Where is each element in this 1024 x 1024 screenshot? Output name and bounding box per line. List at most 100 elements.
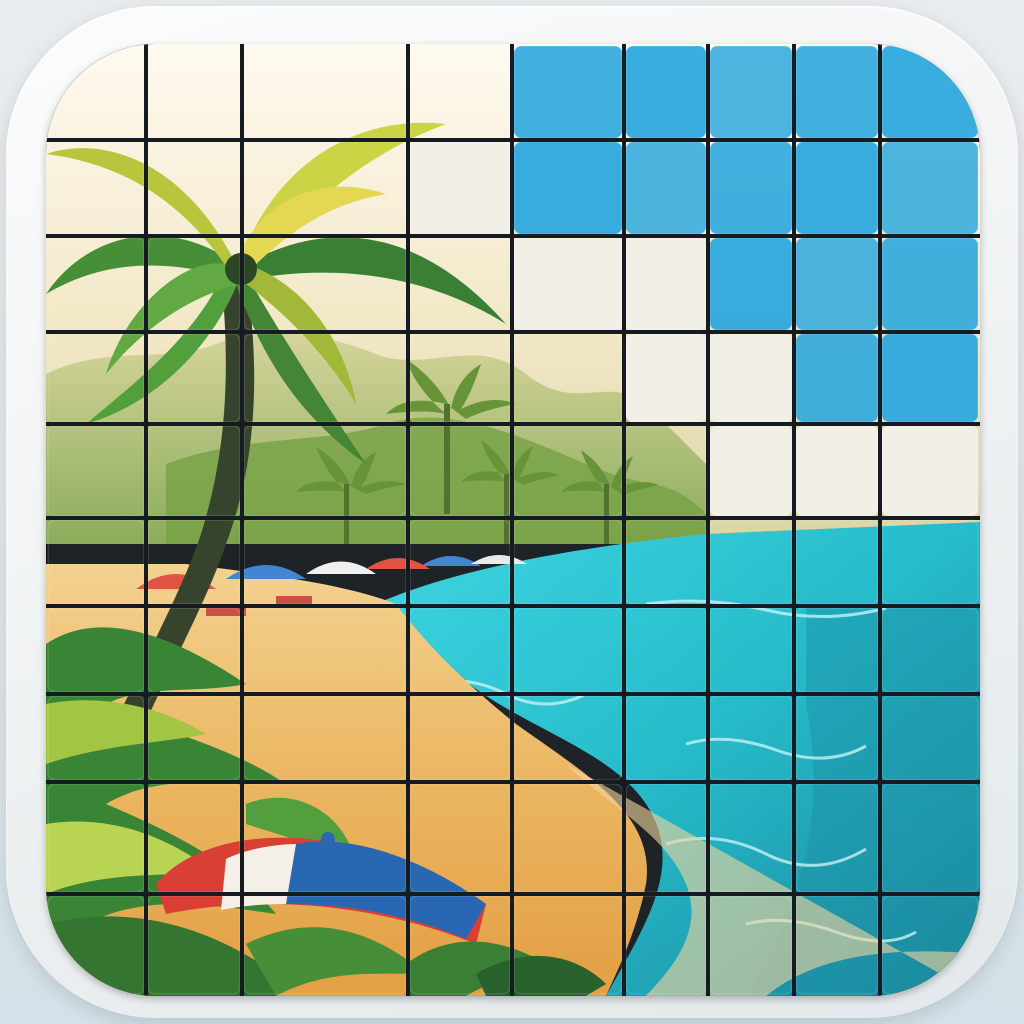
puzzle-tile[interactable] xyxy=(47,895,145,995)
grid-line-horizontal xyxy=(46,422,980,426)
grid-line-horizontal xyxy=(46,330,980,334)
puzzle-tile-blank[interactable] xyxy=(409,141,511,235)
puzzle-tile[interactable] xyxy=(709,695,793,781)
puzzle-tile-blank[interactable] xyxy=(625,333,707,423)
puzzle-tile-blank[interactable] xyxy=(625,141,707,235)
puzzle-tile[interactable] xyxy=(243,783,407,893)
puzzle-board[interactable] xyxy=(46,44,980,996)
puzzle-tile[interactable] xyxy=(47,519,145,605)
puzzle-tile[interactable] xyxy=(625,695,707,781)
puzzle-tile[interactable] xyxy=(147,333,241,423)
puzzle-tile-blank[interactable] xyxy=(795,45,879,139)
puzzle-tile[interactable] xyxy=(243,333,407,423)
puzzle-tile-blank[interactable] xyxy=(709,141,793,235)
puzzle-tile[interactable] xyxy=(625,607,707,693)
puzzle-tile[interactable] xyxy=(243,237,407,331)
puzzle-tile[interactable] xyxy=(147,45,241,139)
puzzle-tile[interactable] xyxy=(795,519,879,605)
puzzle-tile[interactable] xyxy=(709,783,793,893)
puzzle-tile[interactable] xyxy=(513,333,623,423)
puzzle-tile-blank[interactable] xyxy=(881,141,979,235)
puzzle-tile-blank[interactable] xyxy=(709,333,793,423)
puzzle-tile[interactable] xyxy=(147,237,241,331)
puzzle-tile[interactable] xyxy=(513,519,623,605)
puzzle-tile[interactable] xyxy=(147,607,241,693)
puzzle-tile-blank[interactable] xyxy=(709,45,793,139)
puzzle-tile-blank[interactable] xyxy=(625,45,707,139)
puzzle-tile[interactable] xyxy=(409,425,511,517)
puzzle-tile[interactable] xyxy=(47,141,145,235)
puzzle-tile[interactable] xyxy=(243,695,407,781)
puzzle-tile-blank[interactable] xyxy=(795,237,879,331)
puzzle-tile[interactable] xyxy=(881,895,979,995)
puzzle-tile[interactable] xyxy=(513,695,623,781)
puzzle-tile[interactable] xyxy=(795,607,879,693)
puzzle-tile[interactable] xyxy=(243,895,407,995)
puzzle-tile[interactable] xyxy=(625,519,707,605)
puzzle-tile[interactable] xyxy=(409,519,511,605)
puzzle-tile[interactable] xyxy=(513,895,623,995)
puzzle-tile[interactable] xyxy=(147,783,241,893)
puzzle-tile[interactable] xyxy=(409,607,511,693)
puzzle-tile[interactable] xyxy=(709,607,793,693)
puzzle-tile-blank[interactable] xyxy=(625,237,707,331)
puzzle-tile-blank[interactable] xyxy=(709,237,793,331)
puzzle-tile[interactable] xyxy=(709,519,793,605)
puzzle-tile[interactable] xyxy=(409,333,511,423)
puzzle-tile[interactable] xyxy=(409,45,511,139)
puzzle-tile-blank[interactable] xyxy=(709,425,793,517)
puzzle-tile-blank[interactable] xyxy=(881,425,979,517)
puzzle-tile[interactable] xyxy=(625,783,707,893)
puzzle-tile-blank[interactable] xyxy=(795,141,879,235)
puzzle-tile-blank[interactable] xyxy=(881,45,979,139)
puzzle-tile[interactable] xyxy=(47,783,145,893)
puzzle-tile-blank[interactable] xyxy=(513,237,623,331)
grid-line-horizontal xyxy=(46,892,980,896)
puzzle-tile[interactable] xyxy=(409,237,511,331)
grid-line-horizontal xyxy=(46,234,980,238)
puzzle-tile[interactable] xyxy=(47,607,145,693)
tile-grid[interactable] xyxy=(46,44,980,996)
grid-line-horizontal xyxy=(46,516,980,520)
puzzle-tile[interactable] xyxy=(409,895,511,995)
puzzle-tile[interactable] xyxy=(795,895,879,995)
grid-line-horizontal xyxy=(46,692,980,696)
puzzle-tile[interactable] xyxy=(243,519,407,605)
puzzle-tile[interactable] xyxy=(795,695,879,781)
puzzle-tile[interactable] xyxy=(625,895,707,995)
puzzle-tile[interactable] xyxy=(47,237,145,331)
puzzle-tile-blank[interactable] xyxy=(881,237,979,331)
puzzle-tile[interactable] xyxy=(147,519,241,605)
puzzle-tile[interactable] xyxy=(147,425,241,517)
puzzle-tile-blank[interactable] xyxy=(513,141,623,235)
puzzle-tile[interactable] xyxy=(147,695,241,781)
puzzle-tile[interactable] xyxy=(47,45,145,139)
puzzle-tile[interactable] xyxy=(513,783,623,893)
puzzle-tile[interactable] xyxy=(881,519,979,605)
grid-line-horizontal xyxy=(46,604,980,608)
puzzle-tile-blank[interactable] xyxy=(513,45,623,139)
puzzle-tile-blank[interactable] xyxy=(795,425,879,517)
puzzle-tile[interactable] xyxy=(409,695,511,781)
puzzle-tile[interactable] xyxy=(409,783,511,893)
puzzle-tile[interactable] xyxy=(147,895,241,995)
puzzle-tile-blank[interactable] xyxy=(795,333,879,423)
puzzle-tile[interactable] xyxy=(881,695,979,781)
puzzle-tile[interactable] xyxy=(513,607,623,693)
puzzle-tile[interactable] xyxy=(243,607,407,693)
puzzle-tile[interactable] xyxy=(881,607,979,693)
puzzle-tile-blank[interactable] xyxy=(881,333,979,423)
puzzle-tile[interactable] xyxy=(709,895,793,995)
puzzle-tile[interactable] xyxy=(625,425,707,517)
puzzle-tile[interactable] xyxy=(147,141,241,235)
grid-line-horizontal xyxy=(46,138,980,142)
puzzle-tile[interactable] xyxy=(795,783,879,893)
puzzle-tile[interactable] xyxy=(881,783,979,893)
puzzle-tile[interactable] xyxy=(47,333,145,423)
puzzle-tile[interactable] xyxy=(243,425,407,517)
puzzle-tile[interactable] xyxy=(243,141,407,235)
puzzle-tile[interactable] xyxy=(513,425,623,517)
puzzle-tile[interactable] xyxy=(47,695,145,781)
puzzle-tile[interactable] xyxy=(47,425,145,517)
puzzle-tile[interactable] xyxy=(243,45,407,139)
